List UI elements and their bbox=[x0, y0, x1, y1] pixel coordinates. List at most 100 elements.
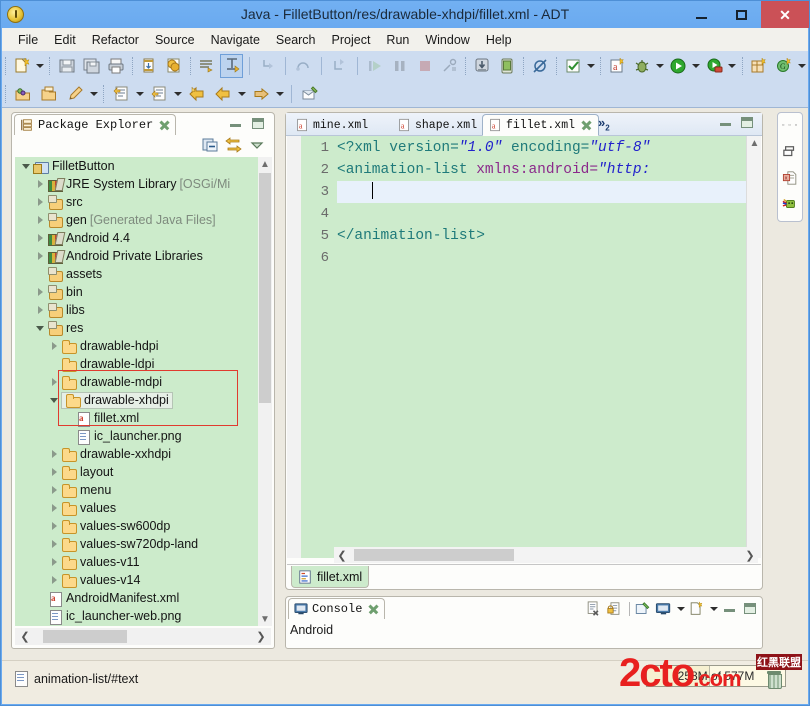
editor-tab-mine-xml[interactable]: a mine.xml bbox=[290, 114, 374, 136]
menu-run[interactable]: Run bbox=[378, 31, 417, 49]
tree-expander-closed-icon[interactable] bbox=[47, 571, 61, 589]
console-tab[interactable]: Console bbox=[288, 598, 385, 619]
package-explorer-tab[interactable]: Package Explorer bbox=[14, 114, 176, 135]
tree-expander-closed-icon[interactable] bbox=[33, 229, 47, 247]
resume-icon[interactable] bbox=[364, 54, 387, 78]
package-explorer-minimize-button[interactable] bbox=[230, 118, 244, 130]
tree-expander-closed-icon[interactable] bbox=[47, 499, 61, 517]
open-console-icon[interactable] bbox=[688, 601, 707, 618]
trash-icon[interactable] bbox=[767, 671, 781, 689]
close-icon[interactable] bbox=[368, 604, 379, 615]
new-wizard-dropdown[interactable] bbox=[35, 55, 45, 77]
editor-horizontal-scrollbar[interactable]: ❮ ❯ bbox=[334, 547, 758, 563]
android-view-button[interactable] bbox=[778, 191, 802, 217]
tree-expander-closed-icon[interactable] bbox=[33, 175, 47, 193]
debug-icon[interactable] bbox=[631, 54, 654, 78]
forward-dropdown[interactable] bbox=[274, 83, 285, 105]
coverage-dropdown[interactable] bbox=[727, 55, 737, 77]
run-icon[interactable] bbox=[667, 54, 690, 78]
editor-tab-overflow[interactable]: »2 bbox=[598, 115, 610, 133]
project-tree[interactable]: FilletButtonJRE System Library [OSGi/Mis… bbox=[15, 157, 271, 626]
terminate-icon[interactable] bbox=[413, 54, 436, 78]
tree-item-libs[interactable]: libs bbox=[15, 301, 271, 319]
menu-navigate[interactable]: Navigate bbox=[203, 31, 268, 49]
export-icon[interactable] bbox=[138, 54, 161, 78]
source-editor[interactable]: 123456 <?xml version="1.0" encoding="utf… bbox=[287, 136, 761, 558]
view-menu-icon[interactable] bbox=[248, 137, 268, 155]
tree-item-drawable-mdpi[interactable]: drawable-mdpi bbox=[15, 373, 271, 391]
next-annotation-dropdown[interactable] bbox=[134, 83, 145, 105]
console-maximize-button[interactable] bbox=[744, 603, 758, 615]
android-sdk-manager-icon[interactable] bbox=[471, 54, 494, 78]
console-minimize-button[interactable] bbox=[724, 603, 738, 615]
heap-status-widget[interactable]: 258M of 577M bbox=[646, 665, 786, 687]
debug-dropdown[interactable] bbox=[655, 55, 665, 77]
tree-item-drawable-ldpi[interactable]: drawable-ldpi bbox=[15, 355, 271, 373]
tree-item-fillet-xml[interactable]: fillet.xml bbox=[15, 409, 271, 427]
tree-expander-closed-icon[interactable] bbox=[47, 373, 61, 391]
tree-expander-closed-icon[interactable] bbox=[47, 517, 61, 535]
tree-item-layout[interactable]: layout bbox=[15, 463, 271, 481]
clear-console-icon[interactable] bbox=[585, 601, 604, 618]
forward-prev-dropdown[interactable] bbox=[236, 83, 247, 105]
previous-annotation-icon[interactable] bbox=[147, 82, 171, 106]
tree-item-src[interactable]: src bbox=[15, 193, 271, 211]
new-java-package-icon[interactable] bbox=[748, 54, 771, 78]
open-type-icon[interactable] bbox=[220, 54, 243, 78]
pin-console-icon[interactable] bbox=[634, 601, 653, 618]
tree-expander-closed-icon[interactable] bbox=[47, 481, 61, 499]
tree-item-jre-system-library[interactable]: JRE System Library [OSGi/Mi bbox=[15, 175, 271, 193]
tree-expander-closed-icon[interactable] bbox=[47, 445, 61, 463]
save-all-icon[interactable] bbox=[80, 54, 103, 78]
step-into-icon[interactable] bbox=[256, 54, 279, 78]
menu-project[interactable]: Project bbox=[324, 31, 379, 49]
open-console-dropdown[interactable] bbox=[708, 598, 719, 620]
editor-vertical-scrollbar[interactable]: ▲ ▼ bbox=[746, 136, 761, 558]
tree-expander-closed-icon[interactable] bbox=[47, 553, 61, 571]
new-wizard-icon[interactable] bbox=[11, 54, 34, 78]
save-icon[interactable] bbox=[55, 54, 78, 78]
step-over-icon[interactable] bbox=[292, 54, 315, 78]
skip-breakpoints-icon[interactable] bbox=[529, 54, 552, 78]
editor-source-page-tab[interactable]: fillet.xml bbox=[291, 566, 369, 588]
class-dropdown[interactable] bbox=[796, 55, 806, 77]
lock-scroll-icon[interactable] bbox=[606, 601, 625, 618]
link-with-editor-icon[interactable] bbox=[225, 137, 245, 155]
forward-prev-icon[interactable] bbox=[211, 82, 235, 106]
debug-snapshot-icon[interactable] bbox=[163, 54, 186, 78]
forward-icon[interactable] bbox=[249, 82, 273, 106]
new-android-project-icon[interactable]: a bbox=[606, 54, 629, 78]
tree-item-assets[interactable]: assets bbox=[15, 265, 271, 283]
tree-item-bin[interactable]: bin bbox=[15, 283, 271, 301]
menu-window[interactable]: Window bbox=[417, 31, 477, 49]
tree-expander-closed-icon[interactable] bbox=[47, 535, 61, 553]
package-explorer-maximize-button[interactable] bbox=[252, 118, 266, 130]
tree-item-menu[interactable]: menu bbox=[15, 481, 271, 499]
disconnect-icon[interactable] bbox=[438, 54, 461, 78]
menu-search[interactable]: Search bbox=[268, 31, 324, 49]
tree-expander-open-icon[interactable] bbox=[47, 391, 61, 409]
window-maximize-button[interactable] bbox=[721, 1, 761, 28]
menu-edit[interactable]: Edit bbox=[46, 31, 84, 49]
menu-file[interactable]: File bbox=[10, 31, 46, 49]
tree-item-res[interactable]: res bbox=[15, 319, 271, 337]
editor-tab-fillet-xml[interactable]: a fillet.xml bbox=[482, 114, 599, 136]
window-minimize-button[interactable] bbox=[681, 1, 721, 28]
previous-annotation-dropdown[interactable] bbox=[172, 83, 183, 105]
editor-minimize-button[interactable] bbox=[720, 117, 734, 129]
android-avd-manager-icon[interactable] bbox=[496, 54, 519, 78]
tree-item-android-private-libraries[interactable]: Android Private Libraries bbox=[15, 247, 271, 265]
run-last-tool-icon[interactable] bbox=[562, 54, 585, 78]
tree-expander-closed-icon[interactable] bbox=[33, 283, 47, 301]
collapse-all-icon[interactable] bbox=[202, 137, 222, 155]
tree-item-drawable-hdpi[interactable]: drawable-hdpi bbox=[15, 337, 271, 355]
display-console-dropdown[interactable] bbox=[675, 598, 686, 620]
coverage-icon[interactable] bbox=[703, 54, 726, 78]
close-icon[interactable] bbox=[159, 120, 170, 131]
tree-item-ic-launcher-png[interactable]: ic_launcher.png bbox=[15, 427, 271, 445]
tree-item-values[interactable]: values bbox=[15, 499, 271, 517]
edit-icon[interactable] bbox=[63, 82, 87, 106]
tree-item-values-sw720dp-land[interactable]: values-sw720dp-land bbox=[15, 535, 271, 553]
editor-marker-gutter[interactable] bbox=[287, 136, 301, 558]
scrollbar-thumb[interactable] bbox=[43, 630, 127, 643]
